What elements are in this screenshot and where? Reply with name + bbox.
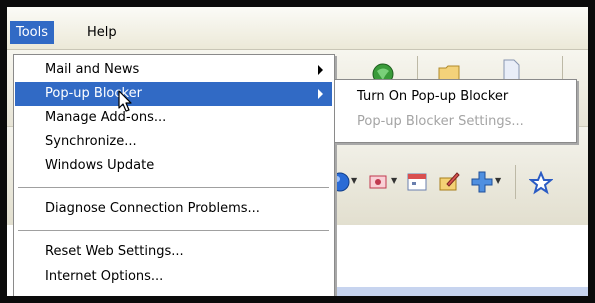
menu-bar: Tools Help	[7, 7, 588, 50]
menu-item-label: Reset Web Settings...	[45, 244, 184, 259]
menu-item-popup-blocker[interactable]: Pop-up Blocker	[15, 82, 332, 106]
star-icon[interactable]	[529, 171, 553, 195]
menu-item-mail-and-news[interactable]: Mail and News	[15, 58, 332, 82]
popup-blocker-submenu: Turn On Pop-up Blocker Pop-up Blocker Se…	[334, 79, 577, 143]
add-icon[interactable]	[470, 170, 494, 194]
menu-item-label: Mail and News	[45, 62, 140, 77]
menu-item-label: Synchronize...	[45, 134, 137, 149]
submenu-item-popup-blocker-settings: Pop-up Blocker Settings...	[336, 110, 574, 134]
menu-item-label: Internet Options...	[45, 269, 164, 284]
mouse-pointer-icon	[118, 90, 132, 112]
submenu-item-label: Pop-up Blocker Settings...	[357, 114, 524, 129]
menu-separator	[18, 230, 329, 232]
menu-item-label: Manage Add-ons...	[45, 110, 167, 125]
tools-menu: Mail and News Pop-up Blocker Manage Add-…	[13, 54, 335, 301]
stamp-icon[interactable]	[367, 170, 391, 194]
menu-item-reset-web-settings[interactable]: Reset Web Settings...	[15, 240, 332, 264]
menu-item-internet-options[interactable]: Internet Options...	[15, 265, 332, 289]
submenu-arrow-icon	[318, 65, 323, 75]
menu-help[interactable]: Help	[81, 21, 123, 44]
toolbar-separator	[515, 165, 516, 199]
edit-icon[interactable]	[437, 170, 461, 194]
menu-item-windows-update[interactable]: Windows Update	[15, 154, 332, 178]
menu-item-label: Diagnose Connection Problems...	[45, 201, 260, 216]
menu-item-synchronize[interactable]: Synchronize...	[15, 130, 332, 154]
menu-tools[interactable]: Tools	[10, 21, 55, 44]
submenu-item-label: Turn On Pop-up Blocker	[357, 89, 509, 104]
submenu-arrow-icon	[318, 89, 323, 99]
menu-item-diagnose-connection[interactable]: Diagnose Connection Problems...	[15, 197, 332, 221]
chevron-down-icon[interactable]: ▼	[495, 176, 501, 185]
calendar-icon[interactable]	[405, 170, 429, 194]
chevron-down-icon[interactable]: ▼	[391, 176, 397, 185]
chevron-down-icon[interactable]: ▼	[351, 176, 357, 185]
menu-item-label: Windows Update	[45, 158, 155, 173]
menu-item-manage-add-ons[interactable]: Manage Add-ons...	[15, 106, 332, 130]
menu-separator	[18, 187, 329, 189]
submenu-item-turn-on-popup-blocker[interactable]: Turn On Pop-up Blocker	[336, 85, 574, 109]
